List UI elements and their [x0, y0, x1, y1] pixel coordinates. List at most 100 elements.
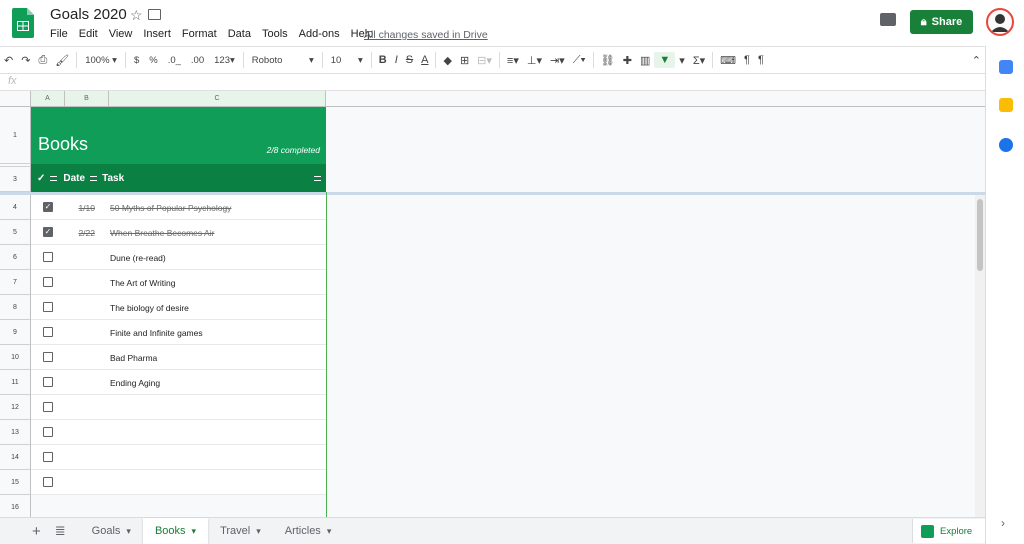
row-header[interactable]: 16 [0, 495, 31, 517]
row-checkbox[interactable] [43, 402, 53, 412]
menu-edit[interactable]: Edit [79, 28, 98, 40]
redo-icon[interactable]: ↷ [17, 54, 34, 67]
row-checkbox[interactable]: ✓ [43, 227, 53, 237]
sheet-grid[interactable]: A B C 1 2 3 Books 2/8 completed ✓ Date T… [0, 91, 985, 517]
table-row[interactable] [31, 420, 326, 445]
table-row[interactable]: Finite and Infinite games [31, 320, 326, 345]
document-title[interactable]: Goals 2020 [50, 6, 127, 23]
sheet-tab-travel[interactable]: Travel ▾ [208, 518, 273, 544]
paint-format-icon[interactable]: 🖌︎ [51, 54, 73, 67]
column-header-a[interactable]: A [31, 91, 65, 107]
row-checkbox[interactable] [43, 477, 53, 487]
row-header[interactable]: 5 [0, 220, 31, 245]
currency-format-button[interactable]: $ [129, 55, 144, 66]
table-row[interactable]: The Art of Writing [31, 270, 326, 295]
table-row[interactable] [31, 395, 326, 420]
scrollbar-thumb[interactable] [977, 199, 983, 271]
row-header[interactable]: 9 [0, 320, 31, 345]
row-header[interactable]: 12 [0, 395, 31, 420]
row-header[interactable]: 10 [0, 345, 31, 370]
collapse-toolbar-icon[interactable]: ⌃ [968, 54, 985, 67]
column-header-b[interactable]: B [65, 91, 109, 107]
rtl-icon[interactable]: ¶ [754, 54, 768, 66]
row-checkbox[interactable] [43, 252, 53, 262]
row-header[interactable]: 11 [0, 370, 31, 395]
sheet-tab-goals[interactable]: Goals ▾ [80, 518, 143, 544]
menu-view[interactable]: View [109, 28, 133, 40]
vertical-scrollbar[interactable] [975, 195, 985, 517]
table-row[interactable] [31, 470, 326, 495]
row-header[interactable]: 6 [0, 245, 31, 270]
zoom-select[interactable]: 100% ▾ [80, 55, 122, 66]
menu-tools[interactable]: Tools [262, 28, 288, 40]
tab-menu-icon[interactable]: ▾ [256, 526, 261, 537]
sheet-tab-articles[interactable]: Articles ▾ [273, 518, 344, 544]
row-header[interactable]: 15 [0, 470, 31, 495]
print-icon[interactable]: ⎙ [34, 54, 51, 67]
menu-file[interactable]: File [50, 28, 68, 40]
tasks-icon[interactable] [999, 138, 1013, 152]
all-sheets-icon[interactable]: ≣ [47, 523, 80, 539]
insert-comment-icon[interactable]: ✚ [619, 54, 636, 67]
table-row[interactable]: ✓ 2/22 When Breathe Becomes Air [31, 220, 326, 245]
input-tools-icon[interactable]: ⌨︎ [716, 54, 740, 67]
tab-menu-icon[interactable]: ▾ [192, 526, 197, 537]
filter-icon[interactable] [90, 175, 98, 181]
menu-data[interactable]: Data [228, 28, 251, 40]
text-rotation-icon[interactable]: ⟋▾ [569, 54, 590, 67]
menu-insert[interactable]: Insert [143, 28, 171, 40]
row-checkbox[interactable] [43, 352, 53, 362]
row-header[interactable]: 3 [0, 167, 31, 192]
decrease-decimal-button[interactable]: .0_ [163, 55, 186, 66]
merge-cells-icon[interactable]: ⊟▾ [473, 54, 496, 67]
ltr-icon[interactable]: ¶ [740, 54, 754, 66]
functions-icon[interactable]: Σ▾ [689, 54, 709, 67]
tab-menu-icon[interactable]: ▾ [126, 526, 131, 537]
star-icon[interactable]: ☆ [130, 7, 143, 24]
vertical-align-icon[interactable]: ⊥▾ [523, 54, 546, 67]
table-row[interactable]: Bad Pharma [31, 345, 326, 370]
font-select[interactable]: Roboto ▾ [247, 55, 319, 66]
font-size-select[interactable]: 10 ▾ [326, 55, 368, 66]
filter-views-icon[interactable]: ▾ [675, 54, 689, 67]
strikethrough-icon[interactable]: S [402, 54, 417, 66]
menu-format[interactable]: Format [182, 28, 217, 40]
keep-icon[interactable] [999, 98, 1013, 112]
insert-link-icon[interactable]: ⛓︎ [597, 54, 619, 67]
row-checkbox[interactable] [43, 302, 53, 312]
expand-panel-icon[interactable]: › [1001, 516, 1005, 530]
row-checkbox[interactable] [43, 377, 53, 387]
filter-icon[interactable] [314, 175, 321, 181]
table-row[interactable] [31, 445, 326, 470]
row-checkbox[interactable] [43, 277, 53, 287]
text-wrap-icon[interactable]: ⇥▾ [546, 54, 569, 67]
borders-icon[interactable]: ⊞ [456, 54, 473, 67]
row-header[interactable]: 14 [0, 445, 31, 470]
filter-icon[interactable] [50, 175, 58, 181]
text-color-icon[interactable]: A [417, 54, 432, 66]
formula-bar[interactable] [0, 74, 985, 91]
bold-icon[interactable]: B [375, 54, 391, 66]
share-button[interactable]: 🔒︎ Share [910, 10, 973, 34]
row-header[interactable]: 7 [0, 270, 31, 295]
row-checkbox[interactable] [43, 327, 53, 337]
calendar-icon[interactable] [999, 60, 1013, 74]
row-checkbox[interactable]: ✓ [43, 202, 53, 212]
table-row[interactable]: The biology of desire [31, 295, 326, 320]
row-header[interactable]: 4 [0, 195, 31, 220]
row-header[interactable]: 13 [0, 420, 31, 445]
insert-chart-icon[interactable]: ▥ [636, 54, 654, 67]
table-row[interactable]: Dune (re-read) [31, 245, 326, 270]
sheets-logo-icon[interactable] [12, 8, 34, 38]
comments-icon[interactable] [880, 13, 896, 26]
avatar[interactable] [986, 8, 1014, 36]
table-row[interactable]: Ending Aging [31, 370, 326, 395]
row-header[interactable]: 8 [0, 295, 31, 320]
fill-color-icon[interactable]: ◆ [439, 54, 455, 67]
percent-format-button[interactable]: % [144, 55, 162, 66]
explore-button[interactable]: Explore [912, 519, 985, 543]
undo-icon[interactable]: ↶ [0, 54, 17, 67]
row-checkbox[interactable] [43, 427, 53, 437]
table-row[interactable]: ✓ 1/10 50 Myths of Popular Psychology [31, 195, 326, 220]
italic-icon[interactable]: I [391, 54, 402, 66]
